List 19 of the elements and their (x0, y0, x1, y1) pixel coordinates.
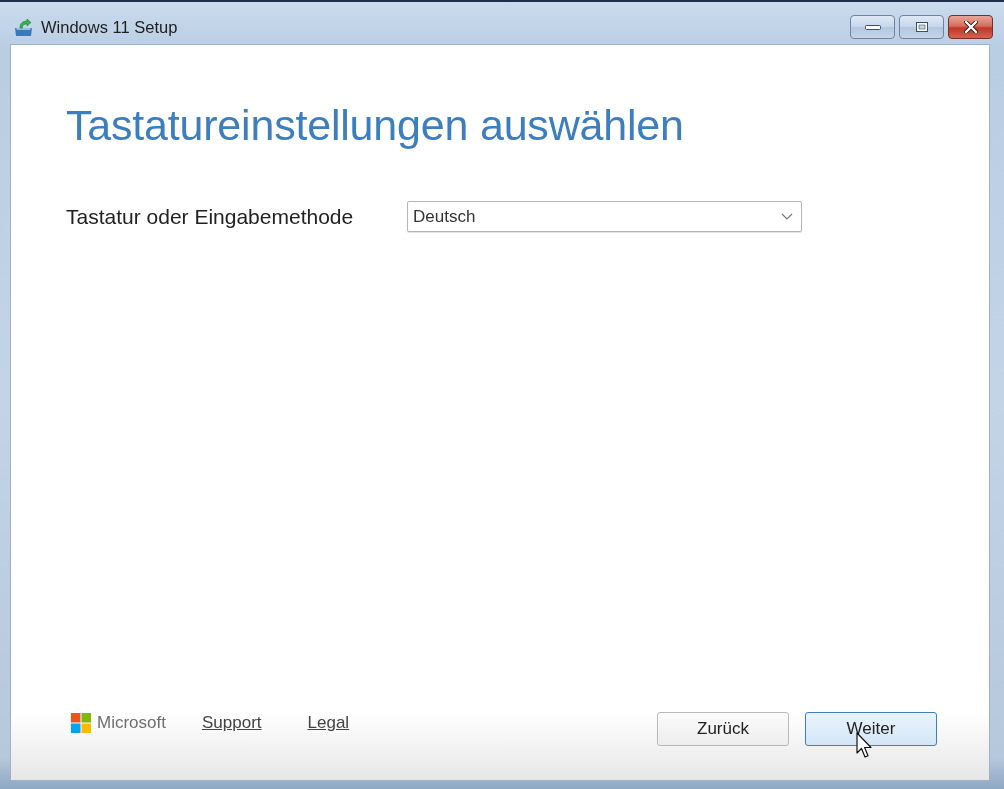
close-button[interactable] (948, 15, 993, 39)
minimize-button[interactable] (850, 15, 895, 39)
close-icon (963, 21, 978, 33)
page-heading: Tastatureinstellungen auswählen (66, 100, 685, 151)
minimize-icon (864, 24, 881, 30)
field-label: Tastatur oder Eingabemethode (66, 204, 355, 230)
footer-link[interactable]: Legal (307, 710, 350, 736)
maximize-icon (915, 22, 928, 32)
mouse-pointer-icon (856, 732, 874, 760)
logo-icon (71, 713, 91, 733)
maximize-button[interactable] (899, 15, 944, 39)
tray-arrow-icon (14, 17, 33, 37)
keyboard-dropdown[interactable]: Deutsch (407, 201, 802, 233)
footer-link[interactable]: Support (201, 710, 262, 736)
chevron-down-icon (781, 213, 793, 221)
window-title: Windows 11 Setup (41, 16, 178, 38)
next-button[interactable]: Weiter (805, 712, 937, 746)
brand-name: Microsoft (97, 712, 166, 735)
back-button[interactable]: Zurück (657, 712, 789, 746)
